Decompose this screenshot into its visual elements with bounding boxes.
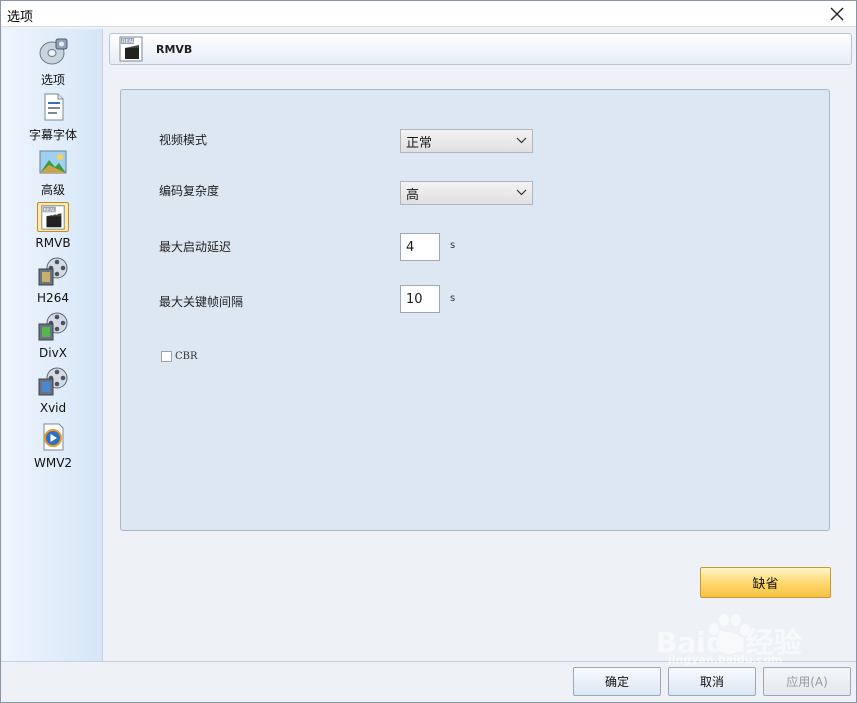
sidebar-item-subtitle-font[interactable]: 字幕字体 xyxy=(3,88,103,143)
video-mode-value: 正常 xyxy=(406,135,433,151)
encode-complexity-value: 高 xyxy=(406,187,420,203)
chevron-down-icon xyxy=(516,189,527,196)
watermark-text: Baidu经验 xyxy=(656,626,802,659)
sidebar-item-label: 高级 xyxy=(40,183,65,197)
max-keyframe-interval-input[interactable]: 10 xyxy=(400,285,440,313)
video-mode-select[interactable]: 正常 xyxy=(400,129,533,153)
sidebar-item-label: 字幕字体 xyxy=(28,128,77,142)
max-start-delay-value: 4 xyxy=(406,239,415,255)
settings-panel: 视频模式 正常 编码复杂度 高 最大启动延迟 4 s 最大关键帧间隔 10 s … xyxy=(120,89,830,531)
options-disc-icon xyxy=(39,38,68,65)
apply-button[interactable]: 应用(A) xyxy=(763,667,851,696)
sidebar-item-divx[interactable]: DivX xyxy=(3,308,103,363)
footer-divider xyxy=(1,661,856,662)
cancel-button[interactable]: 取消 xyxy=(668,667,756,696)
svg-text:REAL: REAL xyxy=(44,207,56,213)
sidebar-item-label: RMVB xyxy=(35,236,71,250)
title-bar: 选项 xyxy=(1,1,856,27)
chevron-down-icon xyxy=(516,137,527,144)
page-title: RMVB xyxy=(156,43,193,56)
max-start-delay-label: 最大启动延迟 xyxy=(159,240,232,254)
paw-logo-icon xyxy=(709,614,750,654)
sidebar-item-options[interactable]: 选项 xyxy=(3,33,103,88)
section-header: REAL RMVB xyxy=(109,33,852,65)
real-clapperboard-icon: REAL xyxy=(119,36,143,62)
max-keyframe-interval-unit: s xyxy=(450,293,456,304)
sidebar-item-xvid[interactable]: Xvid xyxy=(3,363,103,418)
landscape-picture-icon xyxy=(39,150,67,174)
baidu-watermark: Baidu经验 jingyan.baidu.com xyxy=(656,613,846,666)
film-reel-green-icon xyxy=(38,312,68,341)
close-button[interactable] xyxy=(824,3,850,25)
max-start-delay-input[interactable]: 4 xyxy=(400,233,440,261)
close-icon xyxy=(830,7,844,21)
sidebar-item-label: H264 xyxy=(37,291,69,305)
max-keyframe-interval-value: 10 xyxy=(406,291,423,307)
default-button[interactable]: 缺省 xyxy=(700,567,831,598)
cbr-label: CBR xyxy=(175,351,198,362)
sidebar-item-label: DivX xyxy=(39,346,67,360)
options-dialog: 选项 选项 字幕字体 高级 REAL RMVB H264 DivX Xvid W… xyxy=(0,0,857,703)
cbr-checkbox[interactable]: CBR xyxy=(161,351,198,362)
sidebar-item-wmv2[interactable]: WMV2 xyxy=(3,418,103,473)
media-disc-play-icon xyxy=(43,423,64,451)
window-title: 选项 xyxy=(7,10,34,25)
video-mode-label: 视频模式 xyxy=(159,133,208,147)
svg-text:REAL: REAL xyxy=(122,39,135,45)
encode-complexity-label: 编码复杂度 xyxy=(159,184,220,198)
sidebar: 选项 字幕字体 高级 REAL RMVB H264 DivX Xvid WMV2 xyxy=(3,29,103,661)
watermark-url: jingyan.baidu.com xyxy=(668,653,783,666)
film-reel-blue-icon xyxy=(38,367,68,396)
max-start-delay-unit: s xyxy=(450,240,456,251)
real-clapperboard-icon: REAL xyxy=(37,202,69,232)
checkbox-box[interactable] xyxy=(161,351,172,362)
sidebar-item-advanced[interactable]: 高级 xyxy=(3,143,103,198)
subtitle-document-icon xyxy=(44,93,64,121)
sidebar-item-h264[interactable]: H264 xyxy=(3,253,103,308)
sidebar-item-label: 选项 xyxy=(40,73,65,87)
ok-button[interactable]: 确定 xyxy=(573,667,661,696)
encode-complexity-select[interactable]: 高 xyxy=(400,181,533,205)
film-reel-icon xyxy=(38,257,68,286)
sidebar-item-rmvb[interactable]: REAL RMVB xyxy=(3,198,103,253)
sidebar-item-label: WMV2 xyxy=(33,456,73,470)
sidebar-item-label: Xvid xyxy=(39,401,67,415)
max-keyframe-interval-label: 最大关键帧间隔 xyxy=(159,295,244,309)
